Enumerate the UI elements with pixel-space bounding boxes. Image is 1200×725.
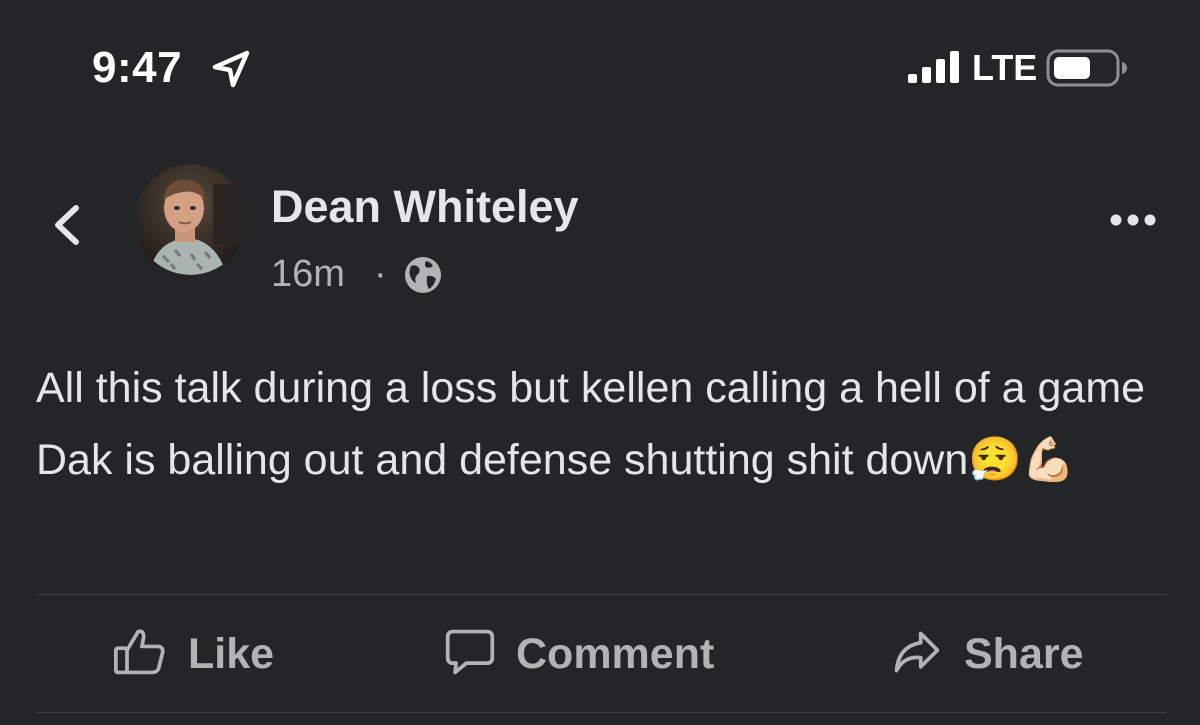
more-options-icon[interactable]: [1108, 210, 1158, 230]
thumbs-up-icon: [114, 629, 165, 675]
share-arrow-icon: [894, 631, 940, 673]
post-header: Dean Whiteley 16m ·: [0, 150, 1200, 300]
location-arrow-icon: [212, 50, 250, 88]
post-timestamp[interactable]: 16m: [271, 250, 345, 298]
battery-icon: [1046, 49, 1127, 87]
bottom-divider: [36, 712, 1166, 713]
post-actions: Like Comment Share: [0, 596, 1200, 716]
back-chevron-icon[interactable]: [46, 202, 88, 248]
divider: [36, 594, 1166, 595]
author-name[interactable]: Dean Whiteley: [271, 180, 579, 234]
share-label: Share: [964, 630, 1084, 678]
like-button[interactable]: Like: [112, 624, 312, 684]
comment-bubble-icon: [445, 629, 495, 675]
status-time: 9:47: [92, 43, 183, 92]
meta-separator: ·: [374, 253, 387, 295]
post-text: All this talk during a loss but kellen c…: [36, 364, 1146, 484]
status-bar: 9:47 LTE: [0, 0, 1200, 120]
like-label: Like: [188, 630, 275, 678]
globe-icon: [405, 257, 441, 293]
share-button[interactable]: Share: [890, 624, 1120, 684]
network-type: LTE: [972, 47, 1038, 88]
cellular-signal-icon: [908, 51, 959, 83]
comment-label: Comment: [516, 630, 715, 678]
avatar[interactable]: [135, 164, 246, 275]
comment-button[interactable]: Comment: [444, 624, 774, 684]
